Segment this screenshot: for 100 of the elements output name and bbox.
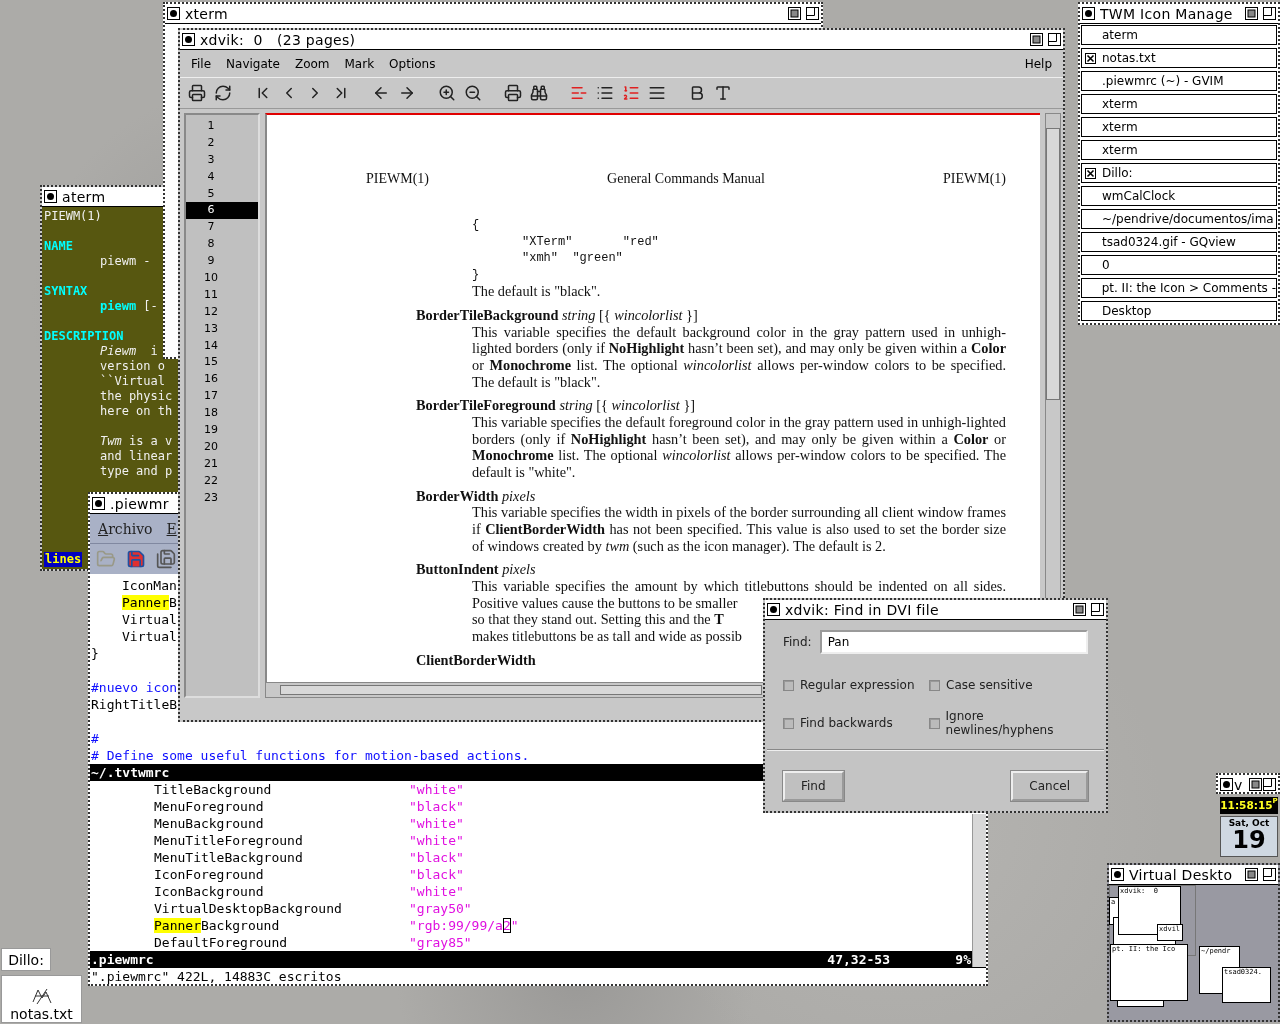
menu-item[interactable]: Mark (344, 56, 375, 71)
page-item[interactable]: 23 (186, 489, 258, 507)
binoculars-icon[interactable] (530, 84, 548, 102)
marked-list-icon[interactable] (622, 84, 640, 102)
window-title: v (1234, 776, 1243, 792)
zoom-in-icon[interactable] (438, 84, 456, 102)
resize-icon[interactable] (1048, 33, 1061, 46)
window-menu-icon[interactable] (1220, 778, 1233, 791)
desktop-icon[interactable]: notas.txt (1, 975, 82, 1023)
icon-manager-item[interactable]: xterm (1081, 94, 1277, 114)
icon-manager-item[interactable]: wmCalClock (1081, 186, 1277, 206)
floppy-icon[interactable] (126, 549, 146, 569)
page-item[interactable]: 11 (186, 286, 258, 304)
icon-manager-item[interactable]: Desktop (1081, 301, 1277, 321)
icon-manager-item[interactable]: pt. II: the Icon > Comments - (1081, 278, 1277, 298)
code-text: MenuTitleBackground (154, 850, 303, 865)
printer-icon[interactable] (504, 84, 522, 102)
icon-manager-item[interactable]: tsad0324.gif - GQview (1081, 232, 1277, 252)
page-item[interactable]: 13 (186, 320, 258, 338)
window-menu-icon[interactable] (44, 190, 57, 203)
page-item[interactable]: 2 (186, 134, 258, 152)
icon-manager-item[interactable]: .piewmrc (~) - GVIM (1081, 71, 1277, 91)
printer-icon[interactable] (188, 84, 206, 102)
page-item[interactable]: 1 (186, 118, 258, 135)
page-item[interactable]: 22 (186, 472, 258, 490)
page-item[interactable]: 21 (186, 455, 258, 473)
resize-icon[interactable] (1263, 7, 1276, 20)
page-item[interactable]: 15 (186, 354, 258, 372)
page-item[interactable]: 16 (186, 371, 258, 389)
page-item[interactable]: 8 (186, 236, 258, 254)
iconify-icon[interactable] (788, 7, 801, 20)
dialog-button[interactable]: Cancel (1011, 771, 1088, 801)
forward-icon[interactable] (398, 84, 416, 102)
menu-item[interactable]: Options (389, 56, 436, 71)
window-menu-icon[interactable] (182, 33, 195, 46)
zoom-out-icon[interactable] (464, 84, 482, 102)
term-arguments: string [{ wincolorlist }] (559, 397, 696, 414)
checkbox[interactable] (929, 717, 940, 729)
window-menu-icon[interactable] (167, 7, 180, 20)
menu-item[interactable]: File (191, 56, 212, 71)
page-item[interactable]: 9 (186, 253, 258, 270)
window-menu-icon[interactable] (1111, 868, 1124, 881)
title-bar[interactable]: xterm (165, 4, 821, 24)
menu-item[interactable]: Navigate (226, 56, 280, 71)
page-item[interactable]: 17 (186, 388, 258, 406)
page-item[interactable]: 10 (186, 270, 258, 287)
menu-item[interactable]: Help (1024, 56, 1052, 71)
page-item[interactable]: 7 (186, 219, 258, 237)
iconify-icon[interactable] (1249, 778, 1262, 791)
dialog-button[interactable]: Find (783, 771, 844, 801)
page-item[interactable]: 14 (186, 337, 258, 355)
list-icon[interactable] (596, 84, 614, 102)
marked-list-icon[interactable] (570, 84, 588, 102)
page-item[interactable]: 6 (186, 202, 258, 220)
find-field[interactable]: Pan (819, 630, 1088, 654)
checkbox[interactable] (783, 679, 794, 691)
resize-icon[interactable] (806, 7, 819, 20)
resize-icon[interactable] (1091, 603, 1104, 616)
iconify-icon[interactable] (1245, 868, 1258, 881)
window-menu-icon[interactable] (1082, 7, 1095, 20)
window-title: xdvik: 0 (23 pages) (200, 31, 356, 48)
page-item[interactable]: 18 (186, 405, 258, 423)
icon-manager-item[interactable]: 0 (1081, 255, 1277, 275)
page-item[interactable]: 5 (186, 185, 258, 203)
icon-manager-item[interactable]: aterm (1081, 25, 1277, 45)
menu-item[interactable]: Zoom (294, 56, 330, 71)
iconify-icon[interactable] (1030, 33, 1043, 46)
lines-icon[interactable] (648, 84, 666, 102)
page-item[interactable]: 12 (186, 303, 258, 321)
title-bar[interactable]: TWM Icon Manage (1080, 4, 1278, 24)
floppies-icon[interactable] (156, 549, 176, 569)
resize-icon[interactable] (1263, 778, 1276, 791)
refresh-icon[interactable] (214, 84, 232, 102)
checkbox[interactable] (783, 717, 794, 729)
page-item[interactable]: 19 (186, 422, 258, 439)
icon-manager-item[interactable]: xterm (1081, 140, 1277, 160)
menu-item[interactable]: Archivo (98, 520, 153, 537)
title-bar[interactable]: v (1218, 775, 1278, 792)
code-text: MenuForeground (154, 799, 264, 814)
desktop-icon[interactable]: Dillo: (1, 948, 51, 971)
resize-icon[interactable] (1263, 868, 1276, 881)
page-item[interactable]: 4 (186, 168, 258, 186)
icon-manager-item[interactable]: notas.txt (1081, 48, 1277, 68)
iconify-icon[interactable] (1073, 603, 1086, 616)
checkbox[interactable] (929, 679, 940, 691)
title-bar[interactable]: xdvik: Find in DVI file (765, 600, 1106, 620)
icon-manager-item[interactable]: ~/pendrive/documentos/ima (1081, 209, 1277, 229)
title-bar[interactable]: Virtual Deskto (1109, 865, 1278, 885)
title-bar[interactable]: xdvik: 0 (23 pages) (180, 30, 1063, 50)
menu-item[interactable]: E (166, 520, 177, 537)
letter-icon[interactable] (714, 84, 732, 102)
iconify-icon[interactable] (1245, 7, 1258, 20)
back-icon[interactable] (372, 84, 390, 102)
icon-manager-item[interactable]: xterm (1081, 117, 1277, 137)
page-item[interactable]: 20 (186, 438, 258, 456)
icon-manager-item[interactable]: Dillo: (1081, 163, 1277, 183)
window-menu-icon[interactable] (92, 497, 105, 510)
scrollbar[interactable] (972, 814, 986, 967)
window-menu-icon[interactable] (767, 603, 780, 616)
page-item[interactable]: 3 (186, 151, 258, 169)
